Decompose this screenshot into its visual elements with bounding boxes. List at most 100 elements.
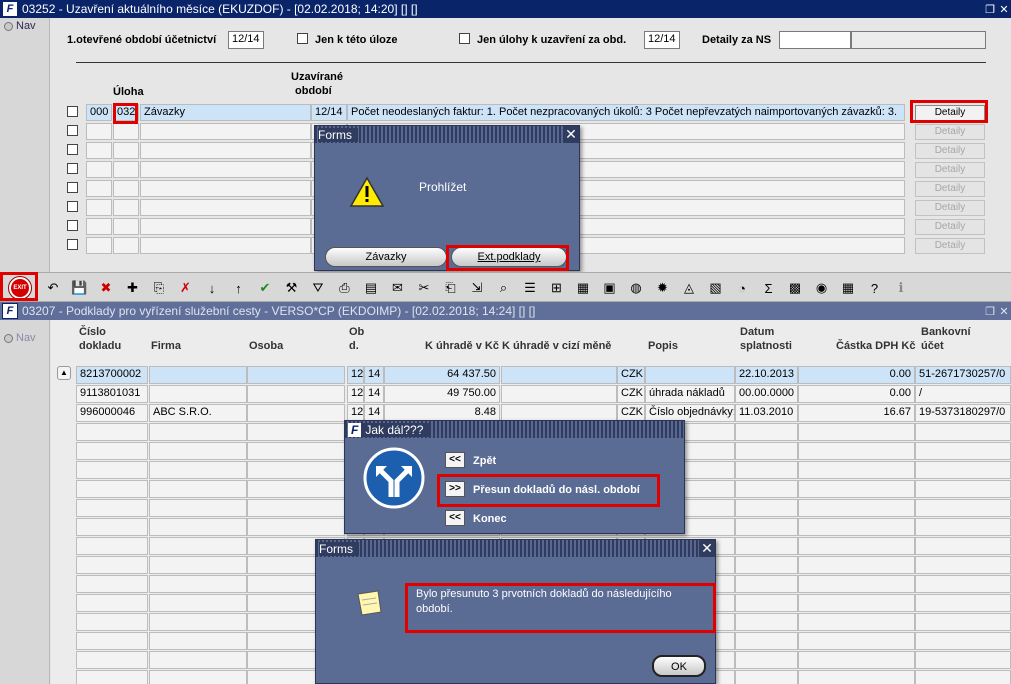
cell-doklad[interactable]: [76, 518, 148, 536]
cell-doklad[interactable]: [76, 613, 148, 631]
details-ns-input[interactable]: [779, 31, 851, 49]
cell-datum[interactable]: 00.00.0000: [735, 385, 798, 403]
import-icon[interactable]: ⇲: [468, 279, 486, 297]
ok-button[interactable]: OK: [652, 655, 706, 677]
cell-dph[interactable]: [798, 537, 915, 555]
clock-icon[interactable]: ◔: [733, 279, 751, 297]
cell-firma[interactable]: [149, 613, 247, 631]
back-button[interactable]: <<: [445, 452, 465, 468]
cell-firma[interactable]: [149, 461, 247, 479]
cell-ucet[interactable]: [915, 651, 1011, 669]
restore-icon[interactable]: ❐: [983, 3, 997, 16]
row-checkbox[interactable]: [67, 182, 78, 193]
excel-icon[interactable]: ▩: [786, 279, 804, 297]
cell-firma[interactable]: [149, 480, 247, 498]
cell-doklad[interactable]: [76, 480, 148, 498]
cell-dph[interactable]: [798, 518, 915, 536]
row-code2[interactable]: [113, 237, 139, 254]
cell-mena-spacer[interactable]: [501, 385, 617, 403]
cell-doklad[interactable]: [76, 594, 148, 612]
row-checkbox[interactable]: [67, 201, 78, 212]
row-code2[interactable]: [113, 180, 139, 197]
cell-osoba[interactable]: [247, 366, 345, 384]
cell-ucet[interactable]: /: [915, 385, 1011, 403]
cell-firma[interactable]: [149, 423, 247, 441]
cell-dph[interactable]: [798, 651, 915, 669]
sort-desc-icon[interactable]: ↑: [230, 279, 248, 297]
cell-ucet[interactable]: [915, 442, 1011, 460]
row-name[interactable]: [140, 237, 311, 254]
cell-ucet[interactable]: [915, 499, 1011, 517]
row-checkbox[interactable]: [67, 220, 78, 231]
cell-popis[interactable]: úhrada nákladů: [645, 385, 735, 403]
list-icon[interactable]: ☰: [521, 279, 539, 297]
cell-dph[interactable]: 0.00: [798, 385, 915, 403]
cell-doklad[interactable]: 996000046: [76, 404, 148, 422]
row-code2[interactable]: 032: [113, 104, 139, 121]
cell-doklad[interactable]: [76, 575, 148, 593]
cell-kc[interactable]: 49 750.00: [384, 385, 500, 403]
cell-osoba[interactable]: [247, 480, 345, 498]
confirm-icon[interactable]: ✔: [256, 279, 274, 297]
cell-datum[interactable]: [735, 442, 798, 460]
cell-ucet[interactable]: 51-2671730257/0: [915, 366, 1011, 384]
cell-datum[interactable]: [735, 632, 798, 650]
row-code2[interactable]: [113, 142, 139, 159]
row-code2[interactable]: [113, 199, 139, 216]
row-code1[interactable]: [86, 180, 112, 197]
row-code1[interactable]: [86, 199, 112, 216]
cell-osoba[interactable]: [247, 423, 345, 441]
cell-dph[interactable]: [798, 423, 915, 441]
detail-button[interactable]: Detaily: [915, 219, 985, 235]
cell-dph[interactable]: [798, 613, 915, 631]
cell-doklad[interactable]: [76, 461, 148, 479]
cell-dph[interactable]: 16.67: [798, 404, 915, 422]
row-description[interactable]: Počet neodeslaných faktur: 1. Počet nezp…: [347, 104, 905, 121]
cell-ucet[interactable]: [915, 575, 1011, 593]
cell-firma[interactable]: [149, 385, 247, 403]
cell-popis[interactable]: [645, 366, 735, 384]
close-icon[interactable]: ✕: [997, 3, 1011, 16]
cell-ucet[interactable]: [915, 613, 1011, 631]
cell-o2[interactable]: 14: [364, 366, 384, 384]
cell-ucet[interactable]: [915, 518, 1011, 536]
cell-doklad[interactable]: [76, 632, 148, 650]
globe-icon[interactable]: ◍: [627, 279, 645, 297]
exit-button[interactable]: EXIT: [4, 276, 36, 300]
calc-icon[interactable]: ▦: [574, 279, 592, 297]
cell-mena[interactable]: CZK: [617, 385, 645, 403]
preview-icon[interactable]: ▤: [362, 279, 380, 297]
save-icon[interactable]: 💾: [71, 279, 89, 297]
cell-osoba[interactable]: [247, 404, 345, 422]
delete-icon[interactable]: ✖: [97, 279, 115, 297]
cell-dph[interactable]: [798, 575, 915, 593]
cell-datum[interactable]: [735, 651, 798, 669]
ext-podklady-button[interactable]: Ext.podklady: [451, 247, 567, 267]
insert-record-icon[interactable]: ✚: [124, 279, 142, 297]
cell-ucet[interactable]: [915, 537, 1011, 555]
cell-osoba[interactable]: [247, 385, 345, 403]
cell-datum[interactable]: [735, 594, 798, 612]
cell-kc[interactable]: 64 437.50: [384, 366, 500, 384]
detail-button[interactable]: Detaily: [915, 200, 985, 216]
cell-doklad[interactable]: [76, 499, 148, 517]
cell-ucet[interactable]: [915, 594, 1011, 612]
web-icon[interactable]: ◉: [813, 279, 831, 297]
cell-ucet[interactable]: 19-5373180297/0: [915, 404, 1011, 422]
cell-osoba[interactable]: [247, 442, 345, 460]
cell-dph[interactable]: [798, 442, 915, 460]
only-close-input[interactable]: 12/14: [644, 31, 680, 49]
sort-asc-icon[interactable]: ↓: [203, 279, 221, 297]
cell-osoba[interactable]: [247, 461, 345, 479]
nav-button[interactable]: Nav: [0, 18, 49, 34]
cell-firma[interactable]: [149, 442, 247, 460]
detail-button[interactable]: Detaily: [915, 105, 985, 121]
only-task-checkbox[interactable]: [297, 33, 308, 44]
row-code1[interactable]: [86, 237, 112, 254]
row-name[interactable]: [140, 199, 311, 216]
eye-icon[interactable]: ◬: [680, 279, 698, 297]
cell-dph[interactable]: [798, 556, 915, 574]
cell-datum[interactable]: [735, 556, 798, 574]
row-code2[interactable]: [113, 218, 139, 235]
only-close-checkbox[interactable]: [459, 33, 470, 44]
